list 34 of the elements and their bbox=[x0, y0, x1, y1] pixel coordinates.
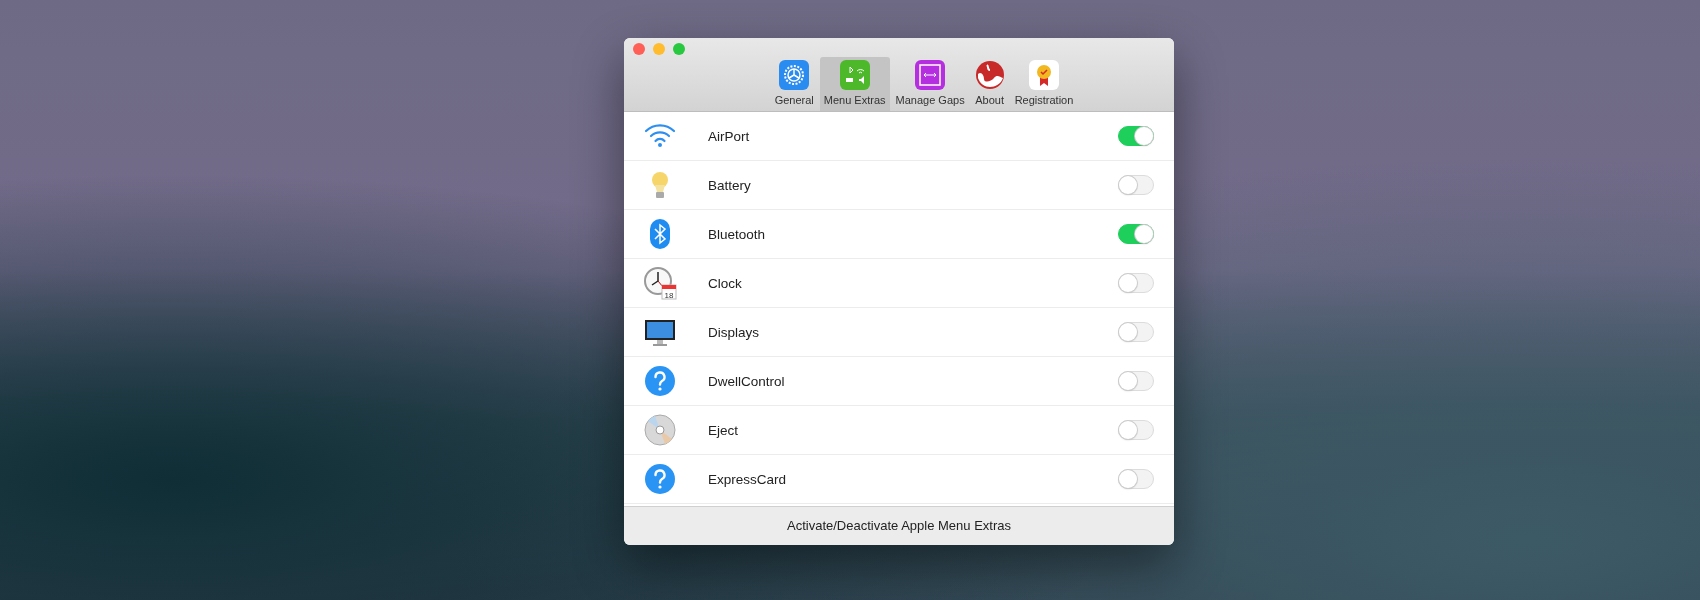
menu-extra-name: Battery bbox=[708, 177, 752, 193]
question-mark-icon bbox=[643, 462, 677, 496]
footer-text: Activate/Deactivate Apple Menu Extras bbox=[787, 518, 1011, 534]
calendar-date: 18 bbox=[664, 291, 674, 300]
menu-extra-name: AirPort bbox=[708, 128, 751, 144]
minimize-button[interactable] bbox=[653, 43, 665, 55]
menu-extra-name: DwellControl bbox=[708, 373, 786, 389]
toggle-switch[interactable] bbox=[1118, 224, 1154, 244]
menu-extras-icon bbox=[839, 60, 870, 90]
menu-extra-name: Bluetooth bbox=[708, 226, 767, 242]
gear-icon bbox=[779, 60, 810, 90]
toggle-switch[interactable] bbox=[1118, 420, 1154, 440]
toggle-switch[interactable] bbox=[1118, 371, 1154, 391]
toggle-switch[interactable] bbox=[1118, 469, 1154, 489]
globe-icon bbox=[974, 60, 1005, 90]
toggle-switch[interactable] bbox=[1118, 273, 1154, 293]
close-button[interactable] bbox=[633, 43, 645, 55]
toolbar-tab[interactable]: Registration bbox=[1010, 57, 1078, 111]
toolbar-tab[interactable]: General bbox=[770, 57, 818, 111]
gap-icon bbox=[915, 60, 946, 90]
question-mark-icon bbox=[643, 364, 677, 398]
menu-extra-name: Eject bbox=[708, 422, 739, 438]
toolbar-tab[interactable]: About bbox=[970, 57, 1009, 111]
toggle-switch[interactable] bbox=[1118, 175, 1154, 195]
menu-extra-name: Displays bbox=[708, 324, 760, 340]
menu-extra-name: Clock bbox=[708, 275, 743, 291]
zoom-button[interactable] bbox=[673, 43, 685, 55]
disc-icon bbox=[643, 413, 677, 447]
toggle-switch[interactable] bbox=[1118, 322, 1154, 342]
toolbar-tab[interactable]: Menu Extras bbox=[819, 57, 890, 111]
menu-extra-name: ExpressCard bbox=[708, 471, 788, 487]
toolbar-tab[interactable]: Manage Gaps bbox=[891, 57, 969, 111]
award-icon bbox=[1029, 60, 1059, 90]
toggle-switch[interactable] bbox=[1118, 126, 1154, 146]
